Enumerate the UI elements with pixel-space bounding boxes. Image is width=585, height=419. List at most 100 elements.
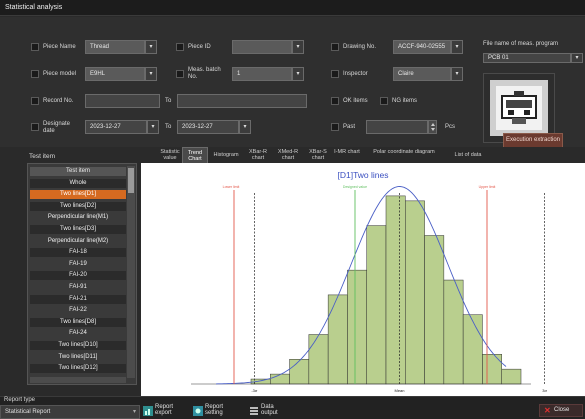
list-horizontal-scrollbar[interactable]	[30, 377, 126, 383]
piece-name-checkbox[interactable]	[31, 43, 39, 51]
piece-model-dropdown[interactable]: ▾	[145, 67, 157, 81]
piece-name-label: Piece Name	[43, 44, 76, 50]
histogram-bar	[482, 354, 502, 385]
meas-batch-checkbox[interactable]	[176, 70, 184, 78]
list-item[interactable]: Two lines[D2]	[30, 201, 126, 211]
tab-polar-coordinate-diagram[interactable]: Polar coordinate diagram	[362, 147, 446, 163]
date-to-picker[interactable]: ▾	[239, 120, 251, 134]
file-name-dropdown[interactable]: ▾	[571, 53, 583, 63]
drawing-no-checkbox[interactable]	[331, 43, 339, 51]
report-setting-icon	[193, 406, 203, 416]
tab-statistic-value[interactable]: Statistic value	[158, 147, 182, 163]
chevron-down-icon: ▾	[132, 409, 136, 415]
drawing-no-dropdown[interactable]: ▾	[451, 40, 463, 54]
ng-items-checkbox[interactable]	[380, 97, 388, 105]
title-bar: Statistical analysis	[0, 0, 585, 16]
report-setting-button[interactable]: Report setting	[193, 404, 227, 418]
test-item-header: Test item	[29, 153, 56, 160]
data-output-label: Data output	[261, 404, 278, 416]
tab-xbar-s-chart[interactable]: XBar-S chart	[304, 147, 332, 163]
window-title: Statistical analysis	[5, 4, 63, 11]
past-field[interactable]	[366, 120, 428, 134]
list-item[interactable]: Two lines[D3]	[30, 225, 126, 234]
meas-batch-dropdown[interactable]: ▾	[292, 67, 304, 81]
list-item[interactable]: FAI-18	[30, 248, 126, 258]
list-item[interactable]: FAI-19	[30, 259, 126, 269]
histogram-bar	[501, 368, 522, 385]
piece-model-label: Piece model	[43, 71, 77, 77]
histogram-bar	[462, 314, 483, 385]
chart-title: [D1]Two lines	[337, 170, 388, 180]
tab-list-of-data[interactable]: List of data	[448, 147, 488, 163]
date-from-picker[interactable]: ▾	[147, 120, 159, 134]
histogram-bar	[308, 334, 329, 385]
list-item[interactable]: Two lines[D10]	[30, 341, 126, 350]
piece-id-checkbox[interactable]	[176, 43, 184, 51]
list-item[interactable]: Two lines[D11]	[30, 352, 126, 362]
piece-id-dropdown[interactable]: ▾	[292, 40, 304, 54]
list-item[interactable]: Perpendicular line(M2)	[30, 236, 126, 246]
histogram-bar	[270, 373, 290, 385]
piece-name-dropdown[interactable]: ▾	[145, 40, 157, 54]
inspector-checkbox[interactable]	[331, 70, 339, 78]
list-vertical-scrollbar[interactable]	[127, 166, 135, 378]
ok-items-checkbox[interactable]	[331, 97, 339, 105]
past-spinner[interactable]	[428, 120, 437, 134]
list-item[interactable]: FAI-21	[30, 294, 126, 304]
date-to-field[interactable]: 2023-12-27	[177, 120, 239, 134]
report-type-label: Report type	[4, 397, 36, 403]
tab-trend-chart[interactable]: Trend Chart	[182, 147, 208, 163]
histogram-bar	[424, 235, 445, 385]
date-to-label: To	[165, 124, 172, 130]
tab-xmed-r-chart[interactable]: XMed-R chart	[274, 147, 302, 163]
list-item[interactable]: Whole	[30, 178, 126, 188]
drawing-no-field[interactable]: ACCF-940-02555	[393, 40, 451, 54]
meas-batch-label: Meas. batch No.	[188, 67, 221, 80]
tab-histogram[interactable]: Histogram	[210, 147, 242, 163]
inspector-field[interactable]: Claire	[393, 67, 451, 81]
designate-date-checkbox[interactable]	[31, 123, 39, 131]
tab-bar: Test item Statistic value Trend Chart Hi…	[0, 147, 585, 163]
list-item[interactable]: FAI-24	[30, 329, 126, 339]
record-no-to-field[interactable]	[177, 94, 307, 108]
histogram-bar	[347, 269, 367, 385]
list-item[interactable]: Perpendicular line(M1)	[30, 213, 126, 223]
ng-items-label: NG items	[392, 98, 418, 104]
piece-name-field[interactable]: Thread	[85, 40, 145, 54]
date-from-field[interactable]: 2023-12-27	[85, 120, 147, 134]
inspector-label: Inspector	[343, 71, 368, 77]
list-item[interactable]: FAI-22	[30, 306, 126, 316]
tab-xbar-r-chart[interactable]: XBar-R chart	[244, 147, 272, 163]
list-item[interactable]: FAI-20	[30, 271, 126, 281]
past-label: Past	[343, 124, 356, 130]
record-no-checkbox[interactable]	[31, 97, 39, 105]
drawing-no-label: Drawing No.	[343, 44, 377, 50]
tab-i-mr-chart[interactable]: I-MR chart	[334, 147, 360, 163]
list-item[interactable]: Two lines[D1]	[30, 190, 126, 200]
close-button[interactable]: Close	[539, 404, 583, 417]
report-export-button[interactable]: Report export	[143, 404, 177, 418]
histogram-bar	[366, 225, 387, 385]
list-item[interactable]: FAI-91	[30, 283, 126, 292]
data-output-button[interactable]: Data output	[249, 404, 283, 418]
list-item[interactable]: Two lines[D12]	[30, 364, 126, 374]
list-item[interactable]: Two lines[D8]	[30, 317, 126, 327]
report-type-select[interactable]: Statistical Report ▾	[0, 405, 140, 419]
record-no-from-field[interactable]	[85, 94, 160, 108]
report-type-value: Statistical Report	[5, 409, 51, 415]
record-no-to-label: To	[165, 98, 172, 104]
data-output-icon	[250, 407, 258, 415]
histogram-bar	[327, 294, 348, 385]
report-export-icon	[143, 406, 153, 416]
list-scroll-thumb[interactable]	[128, 168, 134, 193]
meas-batch-field[interactable]: 1	[232, 67, 292, 81]
record-no-label: Record No.	[43, 98, 74, 104]
past-checkbox[interactable]	[331, 123, 339, 131]
file-name-field[interactable]: PCB 01	[483, 53, 571, 63]
piece-id-field[interactable]	[232, 40, 292, 54]
inspector-dropdown[interactable]: ▾	[451, 67, 463, 81]
piece-model-checkbox[interactable]	[31, 70, 39, 78]
piece-model-field[interactable]: E9HL	[85, 67, 145, 81]
histogram-bar	[443, 279, 464, 385]
piece-id-label: Piece ID	[188, 44, 211, 50]
